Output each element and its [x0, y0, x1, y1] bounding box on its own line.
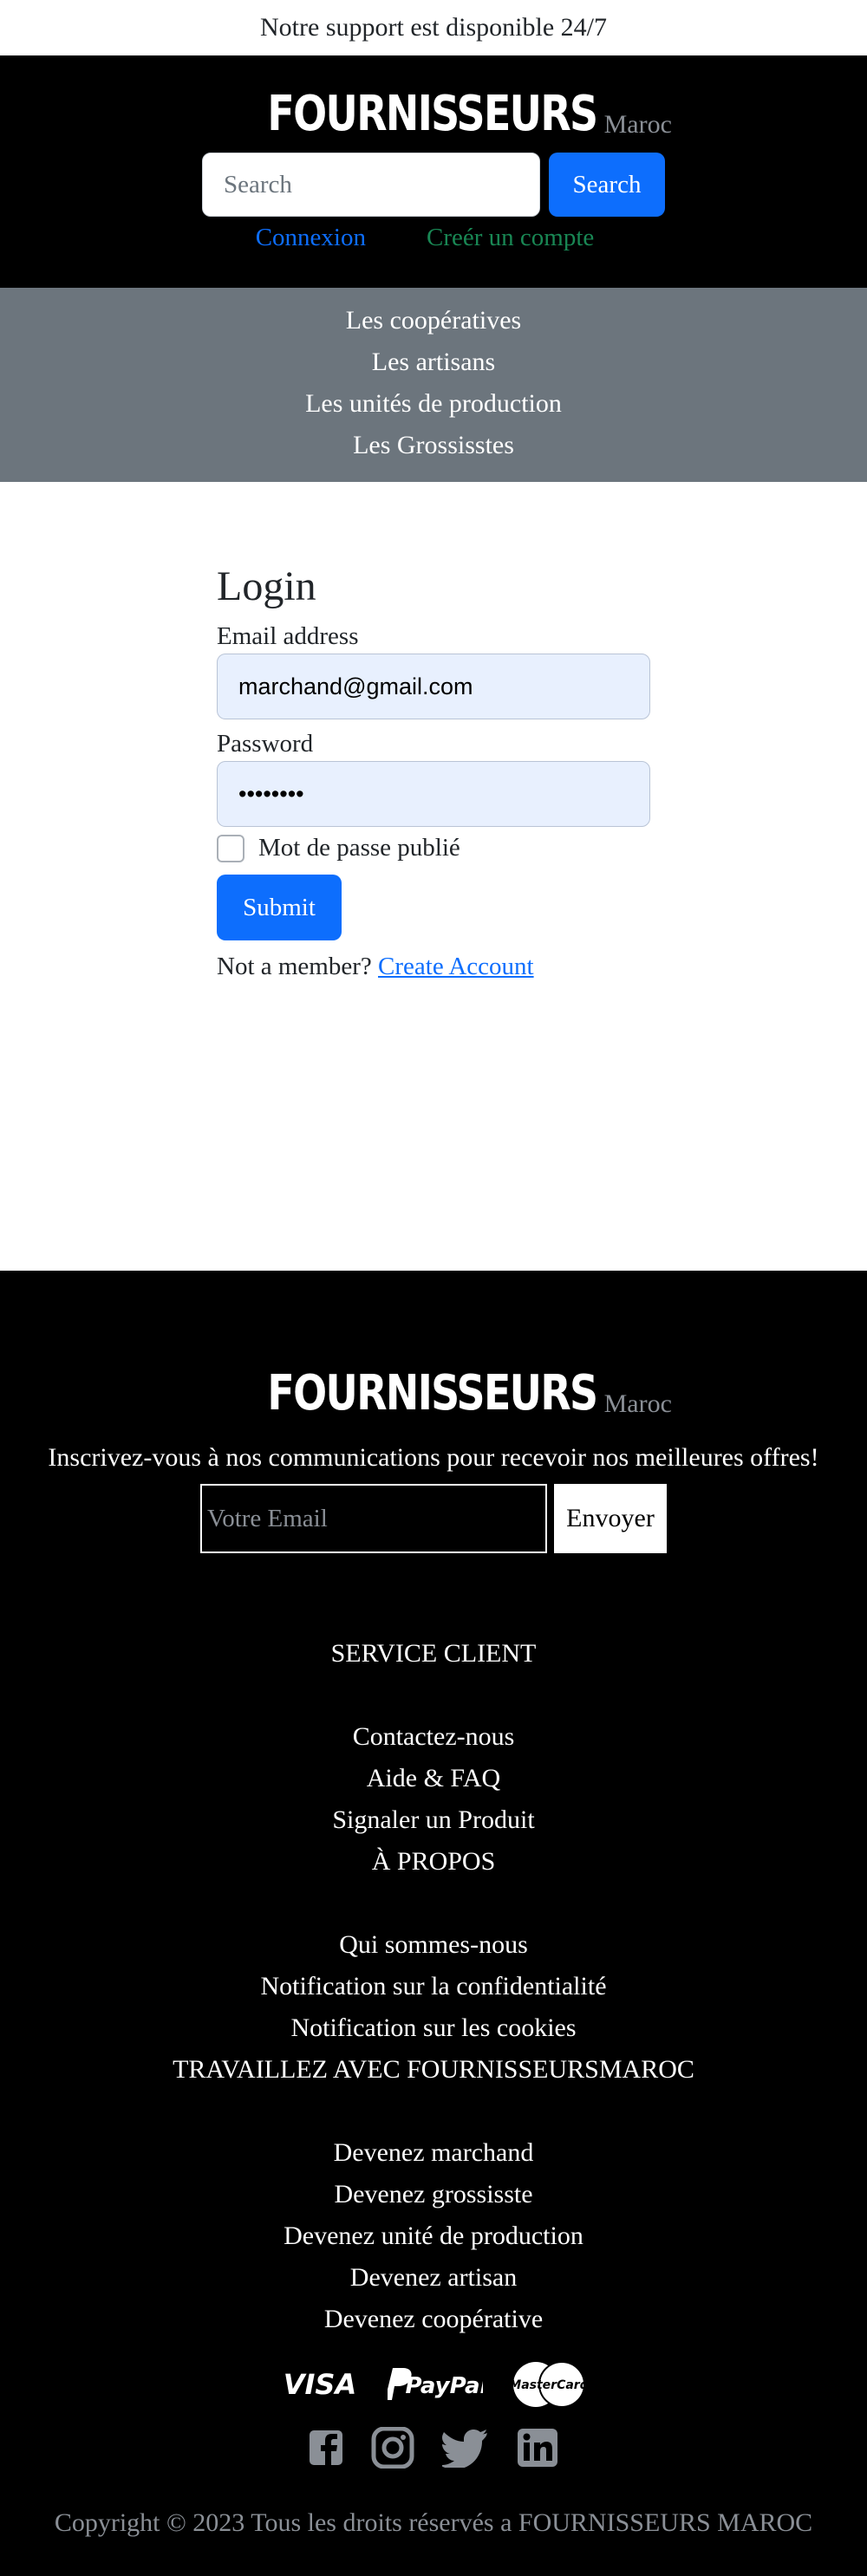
- brand-logo[interactable]: FOURNISSEURS Maroc: [195, 87, 672, 142]
- twitter-icon[interactable]: [442, 2428, 489, 2468]
- footer-link-contact[interactable]: Contactez-nous: [0, 1716, 867, 1758]
- create-account-link[interactable]: Create Account: [378, 953, 534, 980]
- mastercard-icon: MasterCard: [509, 2361, 590, 2408]
- about-heading: À PROPOS: [371, 1847, 496, 1876]
- paypal-icon: PayPal: [388, 2368, 483, 2400]
- login-title: Login: [217, 563, 316, 609]
- linkedin-icon[interactable]: [517, 2428, 558, 2468]
- login-link[interactable]: Connexion: [256, 224, 366, 252]
- nav-item-artisans[interactable]: Les artisans: [0, 342, 867, 383]
- footer-brand-suffix: Maroc: [603, 1389, 672, 1418]
- nav-item-production-units[interactable]: Les unités de production: [0, 383, 867, 425]
- not-member-text: Not a member?: [217, 953, 372, 980]
- footer-link-help[interactable]: Aide & FAQ: [0, 1758, 867, 1799]
- visa-icon: VISA: [284, 2368, 356, 2401]
- social-links: [0, 2427, 867, 2469]
- newsletter-form: Envoyer: [0, 1484, 867, 1553]
- show-password-label: Mot de passe publié: [258, 834, 460, 862]
- brand-suffix: Maroc: [603, 110, 672, 139]
- category-nav: Les coopératives Les artisans Les unités…: [0, 288, 867, 482]
- facebook-icon[interactable]: [309, 2429, 343, 2467]
- login-form: Login Email address Password Mot de pass…: [217, 562, 650, 981]
- footer-link-merchant[interactable]: Devenez marchand: [0, 2132, 867, 2174]
- password-label: Password: [217, 730, 314, 758]
- show-password-row: Mot de passe publié: [217, 834, 650, 862]
- site-header: FOURNISSEURS Maroc Search Connexion Creé…: [0, 55, 867, 288]
- main-content: Login Email address Password Mot de pass…: [0, 482, 867, 1271]
- footer-link-production-unit[interactable]: Devenez unité de production: [0, 2215, 867, 2257]
- work-heading: TRAVAILLEZ AVEC FOURNISSEURSMAROC: [173, 2055, 694, 2084]
- footer-links: SERVICE CLIENT Contactez-nous Aide & FAQ…: [0, 1633, 867, 2340]
- footer-link-cooperative[interactable]: Devenez coopérative: [0, 2299, 867, 2340]
- footer-link-cookies[interactable]: Notification sur les cookies: [0, 2007, 867, 2049]
- newsletter-text: Inscrivez-vous à nos communications pour…: [48, 1443, 819, 1472]
- service-heading: SERVICE CLIENT: [330, 1639, 537, 1668]
- newsletter-send-button[interactable]: Envoyer: [554, 1484, 667, 1553]
- search-input[interactable]: [202, 153, 540, 217]
- svg-text:VISA: VISA: [284, 2368, 356, 2401]
- instagram-icon[interactable]: [371, 2427, 414, 2469]
- submit-button[interactable]: Submit: [217, 875, 342, 940]
- payment-methods: VISA PayPal MasterCard: [0, 2359, 867, 2410]
- nav-item-wholesalers[interactable]: Les Grossisstes: [0, 425, 867, 466]
- nav-item-cooperatives[interactable]: Les coopératives: [0, 300, 867, 342]
- footer-link-wholesaler[interactable]: Devenez grossisste: [0, 2174, 867, 2215]
- footer-link-about-us[interactable]: Qui sommes-nous: [0, 1924, 867, 1966]
- footer-link-report[interactable]: Signaler un Produit: [0, 1799, 867, 1841]
- svg-text:MasterCard: MasterCard: [509, 2378, 589, 2392]
- footer-brand-logo[interactable]: FOURNISSEURS Maroc: [195, 1366, 672, 1421]
- search-button[interactable]: Search: [549, 153, 665, 217]
- svg-text:PayPal: PayPal: [406, 2373, 483, 2399]
- email-label: Email address: [217, 622, 359, 650]
- footer-link-artisan[interactable]: Devenez artisan: [0, 2257, 867, 2299]
- newsletter-email-input[interactable]: [200, 1484, 547, 1553]
- signup-prompt: Not a member? Create Account: [217, 953, 650, 981]
- copyright-text: Copyright © 2023 Tous les droits réservé…: [54, 2508, 813, 2537]
- search-bar: Search: [0, 153, 867, 217]
- password-field[interactable]: [217, 761, 650, 827]
- site-footer: FOURNISSEURS Maroc Inscrivez-vous à nos …: [0, 1271, 867, 2576]
- footer-brand-name: FOURNISSEURS: [267, 1365, 599, 1421]
- show-password-checkbox[interactable]: [217, 834, 244, 862]
- support-announcement: Notre support est disponible 24/7: [260, 13, 607, 42]
- footer-link-privacy[interactable]: Notification sur la confidentialité: [0, 1966, 867, 2007]
- brand-name: FOURNISSEURS: [267, 86, 599, 142]
- auth-links: Connexion Creér un compte: [0, 224, 867, 252]
- register-link[interactable]: Creér un compte: [427, 224, 594, 252]
- email-field[interactable]: [217, 654, 650, 719]
